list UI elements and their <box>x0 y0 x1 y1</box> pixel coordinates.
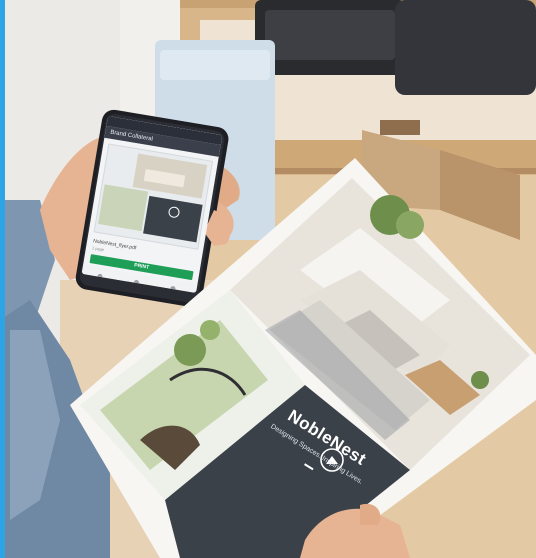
scene-photo <box>0 0 536 558</box>
phone-document-preview[interactable] <box>93 143 214 250</box>
photo-frame: Brand Collateral NobleNest_flyer.pdf 1 p… <box>0 0 536 558</box>
preview-thumbnail <box>95 144 212 247</box>
accent-bar <box>0 0 5 558</box>
